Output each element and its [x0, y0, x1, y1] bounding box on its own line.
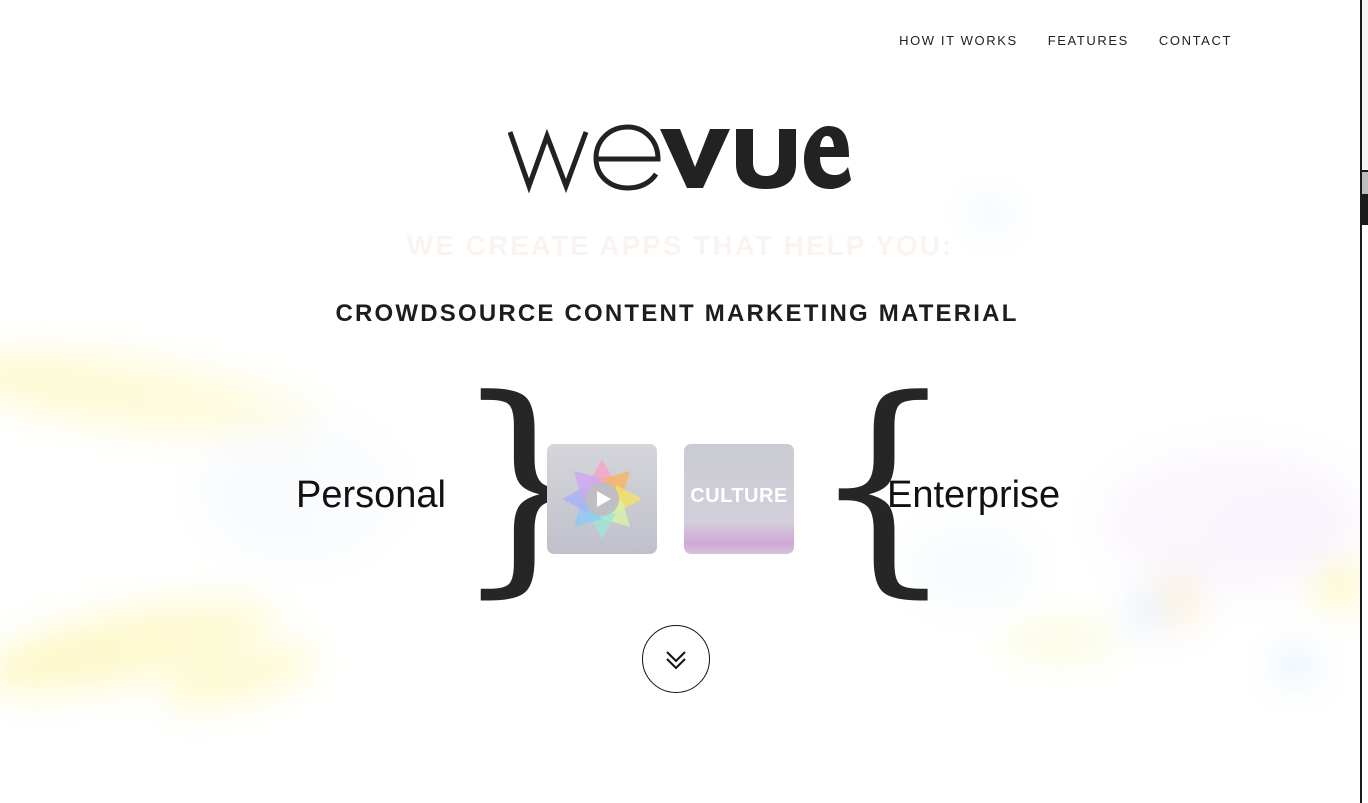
enterprise-label[interactable]: Enterprise	[887, 474, 1060, 517]
nav-contact[interactable]: CONTACT	[1159, 33, 1232, 48]
ghost-heading: WE CREATE APPS THAT HELP YOU:	[406, 230, 954, 261]
scroll-down-button[interactable]	[642, 625, 710, 693]
personal-label[interactable]: Personal	[296, 474, 446, 517]
scrollbar-track	[1360, 225, 1368, 803]
scrollbar-thumb-marker	[1362, 172, 1368, 194]
nav-how-it-works[interactable]: HOW IT WORKS	[899, 33, 1018, 48]
culture-tile-label: CULTURE	[690, 485, 788, 507]
page-scrollbar[interactable]	[1360, 0, 1368, 803]
double-chevron-down-icon	[666, 651, 686, 670]
main-nav: HOW IT WORKS FEATURES CONTACT	[899, 33, 1232, 48]
wevue-logo-mark	[507, 124, 851, 194]
scrollbar-thumb[interactable]	[1362, 0, 1368, 170]
hero-headline: CROWDSOURCE CONTENT MARKETING MATERIAL	[335, 300, 1019, 327]
video-app-tile[interactable]	[547, 444, 657, 554]
nav-features[interactable]: FEATURES	[1048, 33, 1129, 48]
culture-app-tile[interactable]: CULTURE	[684, 444, 794, 554]
wevue-logo[interactable]	[507, 112, 853, 202]
video-app-icon	[562, 459, 642, 539]
